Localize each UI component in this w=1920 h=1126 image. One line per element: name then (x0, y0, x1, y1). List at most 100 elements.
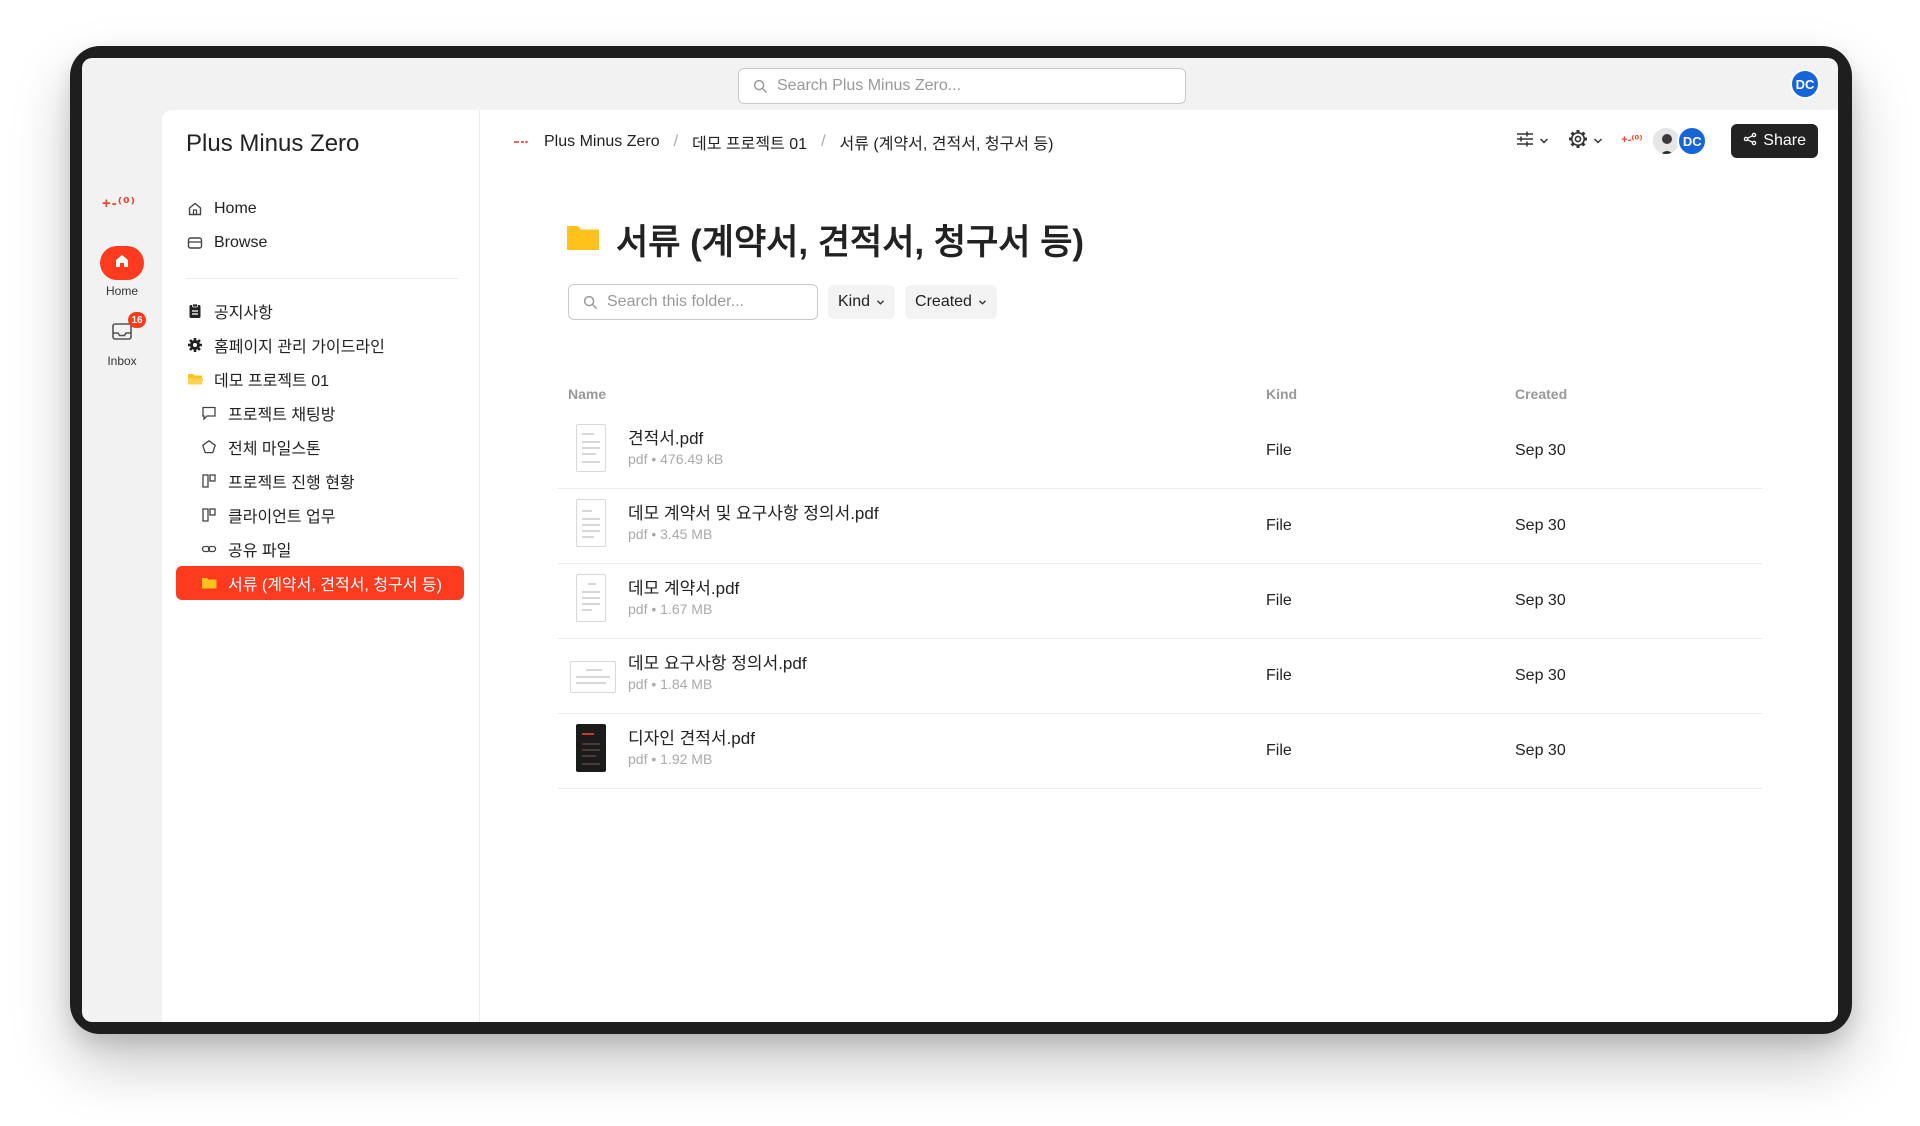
folder-search-input[interactable]: Search this folder... (568, 284, 818, 320)
sidebar-item-project-chat[interactable]: 프로젝트 채팅방 (176, 396, 464, 430)
inbox-badge: 16 (128, 312, 146, 328)
sidebar-item-label: 홈페이지 관리 가이드라인 (214, 339, 385, 356)
rail-home-label: Home (105, 284, 138, 298)
global-search-input[interactable]: Search Plus Minus Zero... (738, 68, 1186, 104)
home-icon (186, 200, 204, 218)
column-header-created[interactable]: Created (1515, 386, 1567, 402)
file-kind: File (1266, 592, 1292, 609)
sidebar-item-label: 프로젝트 진행 현황 (228, 475, 355, 492)
pdf-thumbnail (576, 424, 606, 472)
sidebar-item-label: Browse (214, 234, 268, 251)
sidebar-item-label: 프로젝트 채팅방 (228, 407, 336, 424)
file-table: Name Kind Created 견적서.pdf pdf • 476.49 k… (558, 374, 1762, 789)
app-window: Search Plus Minus Zero... DC +-⁽⁰⁾ Home … (82, 58, 1838, 1022)
view-options-button[interactable] (1515, 130, 1549, 153)
user-avatar[interactable]: DC (1790, 69, 1820, 99)
settings-button[interactable] (1567, 128, 1603, 155)
sidebar-divider (186, 278, 458, 279)
members-group[interactable]: +-⁽⁰⁾ DC (1621, 125, 1713, 157)
column-header-kind[interactable]: Kind (1266, 386, 1297, 402)
rail-inbox-label: Inbox (107, 354, 137, 368)
breadcrumb-separator: / (821, 133, 826, 150)
gear-icon (186, 336, 204, 354)
created-filter-button[interactable]: Created (905, 285, 997, 319)
file-created: Sep 30 (1515, 517, 1566, 534)
table-row[interactable]: 데모 계약서 및 요구사항 정의서.pdf pdf • 3.45 MB File… (558, 489, 1762, 564)
table-row[interactable]: 데모 계약서.pdf pdf • 1.67 MB File Sep 30 (558, 564, 1762, 639)
pdf-thumbnail (576, 574, 606, 622)
sliders-icon (1515, 130, 1535, 153)
kind-filter-button[interactable]: Kind (828, 285, 896, 319)
main-panel: Plus Minus Zero Home Browse 공지사항 홈페이지 관리… (162, 110, 1838, 1022)
table-row[interactable]: 견적서.pdf pdf • 476.49 kB File Sep 30 (558, 414, 1762, 489)
board-icon (200, 472, 218, 490)
file-name[interactable]: 디자인 견적서.pdf (628, 724, 755, 749)
clipboard-icon (186, 302, 204, 320)
sidebar-item-shared-files[interactable]: 공유 파일 (176, 532, 464, 566)
link-icon (200, 540, 218, 558)
table-row[interactable]: 디자인 견적서.pdf pdf • 1.92 MB File Sep 30 (558, 714, 1762, 789)
table-row[interactable]: 데모 요구사항 정의서.pdf pdf • 1.84 MB File Sep 3… (558, 639, 1762, 714)
search-icon (581, 293, 599, 311)
pdf-thumbnail (570, 661, 616, 693)
breadcrumb-workspace[interactable]: Plus Minus Zero (544, 133, 660, 151)
sidebar-item-label: 전체 마일스톤 (228, 441, 321, 458)
file-name[interactable]: 데모 계약서 및 요구사항 정의서.pdf (628, 499, 879, 524)
sidebar-item-documents[interactable]: 서류 (계약서, 견적서, 청구서 등) (176, 566, 464, 600)
sidebar-item-label: 서류 (계약서, 견적서, 청구서 등) (228, 577, 442, 594)
board-icon (200, 506, 218, 524)
search-icon (751, 77, 769, 95)
sidebar-item-notice[interactable]: 공지사항 (176, 294, 464, 328)
gear-icon (1567, 128, 1589, 155)
file-kind: File (1266, 517, 1292, 534)
sidebar-item-project-status[interactable]: 프로젝트 진행 현황 (176, 464, 464, 498)
app-rail: +-⁽⁰⁾ Home 16 Inbox (82, 110, 162, 1022)
sidebar-item-label: 데모 프로젝트 01 (214, 373, 330, 390)
sidebar-item-client-tasks[interactable]: 클라이언트 업무 (176, 498, 464, 532)
file-meta: pdf • 3.45 MB (628, 526, 713, 542)
breadcrumb: Plus Minus Zero / 데모 프로젝트 01 / 서류 (계약서, … (512, 130, 1053, 154)
sidebar-item-demo-project[interactable]: 데모 프로젝트 01 (176, 362, 464, 396)
sidebar-item-browse[interactable]: Browse (176, 226, 464, 260)
page-header: 서류 (계약서, 견적서, 청구서 등) (566, 214, 1084, 265)
browse-icon (186, 234, 204, 252)
sidebar-item-label: Home (214, 200, 257, 217)
folder-icon (566, 223, 600, 256)
column-header-name[interactable]: Name (568, 386, 606, 402)
share-icon (1743, 132, 1757, 151)
chevron-down-icon (978, 293, 987, 311)
sidebar-item-label: 공유 파일 (228, 543, 292, 560)
sidebar: Plus Minus Zero Home Browse 공지사항 홈페이지 관리… (162, 110, 480, 1022)
file-created: Sep 30 (1515, 442, 1566, 459)
file-kind: File (1266, 742, 1292, 759)
folder-search-placeholder: Search this folder... (607, 293, 744, 310)
pdf-thumbnail (576, 499, 606, 547)
rail-home-button[interactable] (100, 246, 144, 280)
file-created: Sep 30 (1515, 667, 1566, 684)
share-button[interactable]: Share (1731, 124, 1818, 158)
chevron-down-icon (1539, 132, 1549, 150)
table-header: Name Kind Created (558, 374, 1762, 414)
global-search-placeholder: Search Plus Minus Zero... (777, 77, 962, 94)
file-meta: pdf • 1.84 MB (628, 676, 713, 692)
content-area: Plus Minus Zero / 데모 프로젝트 01 / 서류 (계약서, … (480, 110, 1838, 1022)
toolbar: +-⁽⁰⁾ DC Share (1515, 124, 1818, 158)
breadcrumb-project[interactable]: 데모 프로젝트 01 (692, 130, 807, 154)
home-icon (113, 252, 131, 275)
file-name[interactable]: 데모 요구사항 정의서.pdf (628, 649, 807, 674)
file-meta: pdf • 476.49 kB (628, 451, 724, 467)
filter-bar: Search this folder... Kind Created (568, 284, 997, 320)
kind-filter-label: Kind (838, 293, 871, 310)
app-logo: +-⁽⁰⁾ (102, 195, 136, 212)
breadcrumb-current[interactable]: 서류 (계약서, 견적서, 청구서 등) (840, 130, 1054, 154)
chevron-down-icon (1593, 132, 1603, 150)
sidebar-item-home[interactable]: Home (176, 192, 464, 226)
sidebar-item-guidelines[interactable]: 홈페이지 관리 가이드라인 (176, 328, 464, 362)
file-name[interactable]: 데모 계약서.pdf (628, 574, 739, 599)
inbox-icon (110, 323, 134, 346)
sidebar-item-milestones[interactable]: 전체 마일스톤 (176, 430, 464, 464)
sidebar-item-label: 공지사항 (214, 305, 273, 322)
folder-icon (200, 574, 218, 592)
file-created: Sep 30 (1515, 742, 1566, 759)
file-name[interactable]: 견적서.pdf (628, 424, 703, 449)
